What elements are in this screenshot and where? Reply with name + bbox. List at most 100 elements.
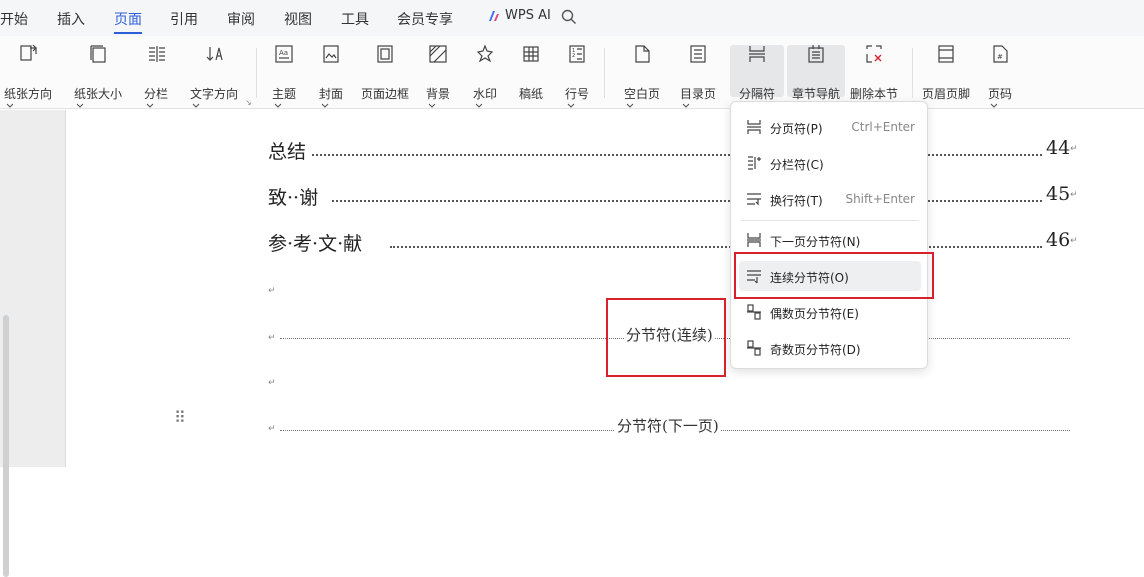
theme-icon: Aa	[275, 45, 293, 63]
drag-handle-icon[interactable]: ⠿	[174, 410, 186, 426]
dialog-launcher-icon[interactable]: ↘	[245, 98, 252, 107]
columns-icon	[149, 46, 165, 62]
ribbon-button-label: 行号	[565, 85, 589, 109]
dropdown-item-shortcut: Ctrl+Enter	[851, 120, 915, 134]
paragraph-mark: ↵	[268, 286, 276, 296]
svg-text:2: 2	[572, 53, 575, 59]
menu-tab-insert[interactable]: 插入	[57, 9, 85, 29]
menu-tab-member[interactable]: 会员专享	[397, 9, 453, 29]
ribbon-button-cover[interactable]: 封面	[301, 44, 361, 108]
toc-entry-title[interactable]: 参·考·文·献	[268, 229, 362, 256]
menu-tab-view[interactable]: 视图	[284, 9, 312, 29]
toc-page-icon	[690, 45, 706, 63]
clipped-toc-line	[268, 108, 1068, 114]
toc-entry-title[interactable]: 总结	[268, 137, 306, 164]
menu-tab-review[interactable]: 审阅	[227, 9, 255, 29]
section-nav-icon	[808, 45, 824, 63]
separator-icon	[749, 46, 765, 62]
dropdown-item-label: 偶数页分节符(E)	[770, 307, 859, 321]
menu-tab-references[interactable]: 引用	[170, 9, 198, 29]
wps-ai-button[interactable]: WPS AI	[487, 8, 551, 23]
blank-page-icon	[635, 45, 650, 63]
next-page-section-break-icon	[747, 233, 761, 247]
ribbon-button-page-size[interactable]: 纸张大小	[68, 44, 128, 108]
ribbon-button-text-direction[interactable]: 文字方向	[184, 44, 244, 108]
menu-tab-page[interactable]: 页面	[114, 9, 142, 29]
ribbon-button-page-orientation[interactable]: 纸张方向	[0, 44, 58, 108]
svg-text:Aa: Aa	[279, 49, 288, 57]
dropdown-item-line-break[interactable]: 换行符(T) Shift+Enter	[739, 184, 921, 214]
menu-tab-home[interactable]: 开始	[0, 9, 28, 29]
ribbon-button-label: 删除本节	[849, 87, 899, 101]
dropdown-item-odd-page-section-break[interactable]: 奇数页分节符(D)	[739, 333, 921, 363]
page-number-icon: #	[993, 45, 1008, 63]
paragraph-mark: ↵	[268, 333, 276, 343]
cover-icon	[323, 45, 339, 63]
menu-tab-tools[interactable]: 工具	[341, 9, 369, 29]
ribbon-button-label: 分栏	[144, 85, 168, 109]
ribbon-button-page-number[interactable]: # 页码	[970, 44, 1030, 108]
ribbon-button-blank-page[interactable]: 空白页	[612, 44, 672, 108]
dropdown-item-label: 下一页分节符(N)	[770, 235, 861, 249]
header-footer-icon	[938, 45, 954, 63]
page-border-icon	[377, 45, 393, 63]
ribbon-button-columns[interactable]: 分栏	[126, 44, 186, 108]
dropdown-item-label: 分栏符(C)	[770, 158, 824, 172]
separator-dropdown-menu: 分页符(P) Ctrl+Enter 分栏符(C) 换行符(T) Shift+Enter 下…	[730, 101, 928, 369]
ribbon-button-label: 背景	[426, 85, 450, 109]
even-page-section-break-icon	[747, 304, 761, 320]
toc-page-number: 46	[1046, 229, 1071, 251]
highlight-box-continuous-section-break	[734, 252, 934, 299]
watermark-icon	[476, 44, 494, 63]
ribbon-button-label: 目录页	[680, 85, 716, 109]
active-tab-indicator	[114, 32, 142, 34]
search-icon[interactable]	[561, 9, 577, 25]
paragraph-mark: ↵	[268, 424, 276, 434]
ribbon-button-label: 文字方向	[190, 85, 238, 109]
ribbon-button-label: 页眉页脚	[921, 87, 971, 101]
toc-page-number: 45	[1046, 183, 1071, 205]
section-break-next-page: 分节符(下一页)	[615, 415, 721, 436]
document-page	[66, 110, 1144, 467]
page-break-icon	[747, 120, 761, 134]
dropdown-item-label: 奇数页分节符(D)	[770, 343, 861, 357]
ribbon-button-separator[interactable]: 分隔符	[727, 44, 787, 108]
chevron-down-icon	[76, 103, 84, 108]
ribbon-button-label: 页面边框	[360, 87, 410, 101]
dropdown-item-column-break[interactable]: 分栏符(C)	[739, 148, 921, 178]
menu-divider	[741, 220, 919, 221]
navigation-pane	[0, 110, 66, 577]
manuscript-icon	[523, 46, 539, 62]
column-break-icon	[748, 156, 761, 170]
ribbon-button-label: 纸张大小	[74, 85, 122, 109]
ribbon-button-header-footer[interactable]: 页眉页脚	[916, 44, 976, 101]
ribbon-button-label: 页码	[988, 85, 1012, 109]
chevron-down-icon	[146, 103, 154, 108]
paragraph-mark: ↵	[1070, 190, 1078, 200]
ribbon-button-delete-section[interactable]: 删除本节	[844, 44, 904, 101]
ribbon-button-label: 水印	[473, 85, 497, 109]
delete-section-icon	[866, 45, 882, 63]
ribbon-button-page-border[interactable]: 页面边框	[355, 44, 415, 101]
background-icon	[429, 45, 447, 63]
ribbon-button-line-number[interactable]: 1 2 行号	[547, 44, 607, 108]
scrollbar[interactable]	[3, 315, 9, 577]
ribbon-divider	[912, 48, 913, 98]
dropdown-item-next-page-section-break[interactable]: 下一页分节符(N)	[739, 225, 921, 255]
wps-ai-icon	[489, 10, 499, 21]
ribbon-button-label: 主题	[272, 85, 296, 109]
dropdown-item-shortcut: Shift+Enter	[845, 192, 915, 206]
svg-text:#: #	[997, 53, 1003, 61]
dropdown-item-label: 换行符(T)	[770, 194, 823, 208]
toc-leader-dots	[332, 200, 1042, 202]
highlight-box-section-break-continuous	[606, 298, 726, 377]
chevron-down-icon	[192, 103, 200, 108]
ribbon-button-toc-page[interactable]: 目录页	[668, 44, 728, 108]
toc-entry-title[interactable]: 致··谢	[268, 183, 318, 210]
line-number-icon: 12	[569, 45, 585, 63]
dropdown-item-page-break[interactable]: 分页符(P) Ctrl+Enter	[739, 112, 921, 142]
ribbon-button-section-nav[interactable]: 章节导航	[786, 44, 846, 101]
toc-page-number: 44	[1046, 137, 1071, 159]
dropdown-item-even-page-section-break[interactable]: 偶数页分节符(E)	[739, 297, 921, 327]
ribbon-button-label: 稿纸	[518, 87, 544, 101]
